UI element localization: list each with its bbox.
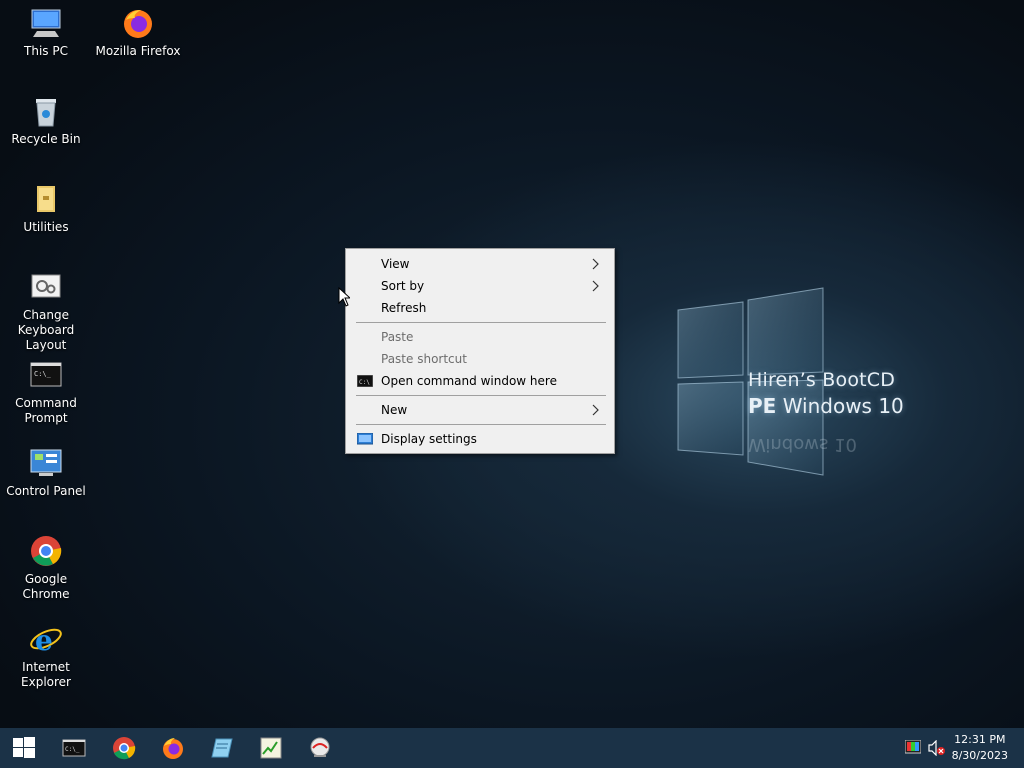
menu-item-paste: Paste [348, 326, 612, 348]
desktop-icon-label: This PC [24, 44, 68, 58]
chevron-right-icon [592, 404, 599, 416]
wallpaper-brand-line2: PE Windows 10 [748, 394, 904, 418]
task-chart-icon [260, 737, 282, 759]
svg-text:C:\_: C:\_ [65, 746, 80, 753]
desktop-context-menu: View Sort by Refresh Paste Paste shortcu… [345, 248, 615, 454]
chevron-right-icon [592, 258, 599, 270]
desktop-icon-label: Control Panel [6, 484, 86, 498]
desktop-icon-mozilla-firefox[interactable]: Mozilla Firefox [92, 6, 184, 59]
mouse-cursor-icon [338, 287, 350, 307]
firefox-icon [163, 738, 183, 759]
svg-text:e: e [35, 624, 53, 656]
menu-item-sort-by[interactable]: Sort by [348, 275, 612, 297]
command-prompt-icon: C:\_ [62, 739, 86, 757]
command-prompt-icon: C:\_ [30, 362, 62, 387]
desktop-icon-label: Command Prompt [15, 396, 77, 425]
desktop-icon-command-prompt[interactable]: C:\_ Command Prompt [0, 358, 92, 426]
menu-item-label: Open command window here [381, 374, 557, 388]
menu-item-refresh[interactable]: Refresh [348, 297, 612, 319]
menu-item-paste-shortcut: Paste shortcut [348, 348, 612, 370]
desktop[interactable]: Hiren’s BootCD PE Windows 10 Windows 10 … [0, 0, 1024, 728]
notepad-icon [211, 738, 233, 758]
wallpaper-brand-pe: PE [748, 394, 777, 418]
taskbar-notepad[interactable] [198, 728, 246, 768]
folder-icon [37, 186, 55, 212]
control-panel-icon [30, 449, 62, 476]
chevron-right-icon [592, 280, 599, 292]
desktop-icon-label: Change Keyboard Layout [17, 308, 75, 352]
wallpaper-brand-reflection: Windows 10 [748, 434, 857, 455]
network-icon [310, 737, 330, 757]
start-button[interactable] [0, 728, 48, 768]
taskbar-task-manager[interactable] [247, 728, 295, 768]
menu-item-new[interactable]: New [348, 399, 612, 421]
taskbar-chrome[interactable] [100, 728, 148, 768]
menu-item-display-settings[interactable]: Display settings [348, 428, 612, 450]
svg-text:C:\: C:\ [359, 379, 370, 386]
taskbar-command-prompt[interactable]: C:\_ [50, 728, 98, 768]
internet-explorer-icon: e [30, 624, 62, 657]
menu-item-label: Display settings [381, 432, 477, 446]
desktop-icon-google-chrome[interactable]: Google Chrome [0, 534, 92, 602]
menu-item-view[interactable]: View [348, 253, 612, 275]
taskbar-network-tool[interactable] [296, 728, 344, 768]
wallpaper-brand-windows: Windows 10 [782, 394, 904, 418]
display-icon [357, 433, 373, 445]
menu-item-label: Sort by [381, 279, 425, 293]
taskbar-clock[interactable]: 12:31 PM 8/30/2023 [952, 732, 1008, 764]
desktop-icon-internet-explorer[interactable]: e Internet Explorer [0, 622, 92, 690]
start-windows-icon [13, 737, 35, 758]
desktop-icon-label: Utilities [23, 220, 69, 234]
wallpaper-brand-line1: Hiren’s BootCD [748, 369, 896, 391]
display-color-icon[interactable] [905, 740, 921, 756]
firefox-icon [124, 10, 152, 38]
clock-time: 12:31 PM [954, 733, 1006, 746]
menu-item-open-command-window[interactable]: C:\ Open command window here [348, 370, 612, 392]
chrome-icon [31, 536, 62, 566]
menu-separator [356, 424, 606, 425]
this-pc-icon [31, 9, 61, 37]
menu-item-label: View [381, 257, 410, 271]
keyboard-settings-icon [31, 274, 61, 298]
clock-date: 8/30/2023 [951, 749, 1008, 762]
desktop-icon-change-keyboard-layout[interactable]: Change Keyboard Layout [0, 270, 92, 353]
menu-item-label: Paste [381, 330, 414, 344]
desktop-icon-recycle-bin[interactable]: Recycle Bin [0, 94, 92, 147]
desktop-icon-label: Recycle Bin [11, 132, 81, 146]
desktop-icon-this-pc[interactable]: This PC [0, 6, 92, 59]
taskbar: C:\_ 12:31 PM 8/30/2023 [0, 728, 1024, 768]
menu-item-label: New [381, 403, 408, 417]
menu-separator [356, 395, 606, 396]
command-prompt-icon: C:\ [357, 375, 373, 387]
desktop-icon-utilities[interactable]: Utilities [0, 182, 92, 235]
desktop-icon-control-panel[interactable]: Control Panel [0, 446, 92, 499]
taskbar-firefox[interactable] [149, 728, 197, 768]
recycle-bin-icon [36, 99, 56, 127]
menu-item-label: Paste shortcut [381, 352, 467, 366]
desktop-icon-label: Google Chrome [22, 572, 70, 601]
volume-muted-icon[interactable] [928, 740, 946, 756]
menu-item-label: Refresh [381, 301, 427, 315]
menu-separator [356, 322, 606, 323]
chrome-icon [113, 737, 136, 760]
desktop-icon-label: Internet Explorer [21, 660, 71, 689]
svg-text:C:\_: C:\_ [34, 370, 52, 378]
desktop-icon-label: Mozilla Firefox [95, 44, 181, 58]
